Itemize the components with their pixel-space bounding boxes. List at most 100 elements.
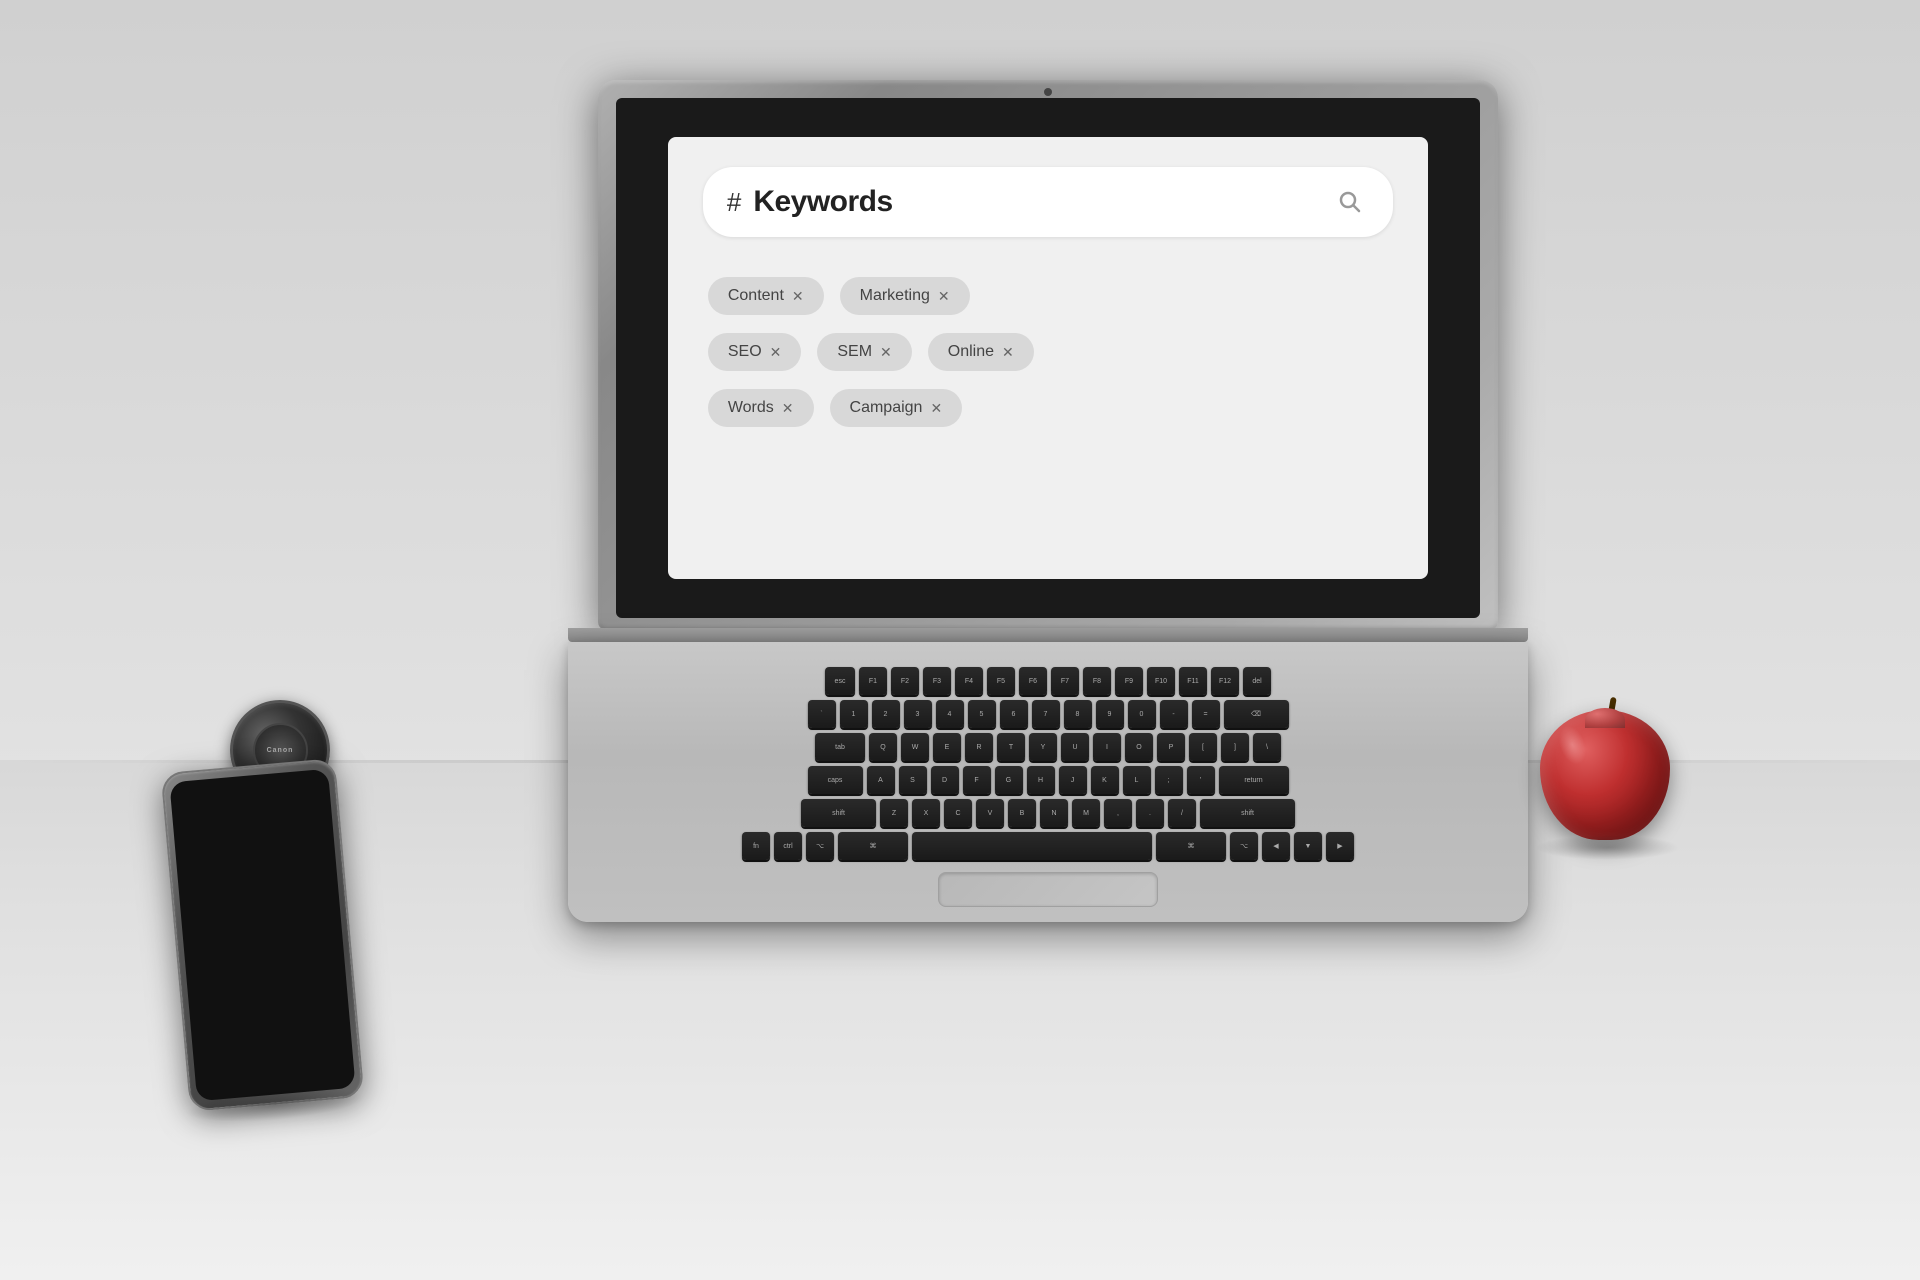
tag-online-close[interactable]: ✕: [1002, 344, 1014, 361]
trackpad[interactable]: [938, 872, 1158, 907]
key-5[interactable]: 5: [968, 700, 996, 728]
tag-sem[interactable]: SEM ✕: [817, 333, 911, 371]
key-g[interactable]: G: [995, 766, 1023, 794]
key-n[interactable]: N: [1040, 799, 1068, 827]
key-f[interactable]: F: [963, 766, 991, 794]
key-3[interactable]: 3: [904, 700, 932, 728]
key-t[interactable]: T: [997, 733, 1025, 761]
tag-sem-close[interactable]: ✕: [880, 344, 892, 361]
key-lbracket[interactable]: [: [1189, 733, 1217, 761]
key-f5[interactable]: F5: [987, 667, 1015, 695]
key-comma[interactable]: ,: [1104, 799, 1132, 827]
key-2[interactable]: 2: [872, 700, 900, 728]
tag-campaign[interactable]: Campaign ✕: [830, 389, 963, 427]
key-f1[interactable]: F1: [859, 667, 887, 695]
key-y[interactable]: Y: [1029, 733, 1057, 761]
key-7[interactable]: 7: [1032, 700, 1060, 728]
phone-screen: [169, 769, 355, 1102]
key-f11[interactable]: F11: [1179, 667, 1207, 695]
key-alt[interactable]: ⌥: [806, 832, 834, 860]
key-q[interactable]: Q: [869, 733, 897, 761]
key-z[interactable]: Z: [880, 799, 908, 827]
search-icon[interactable]: [1331, 183, 1369, 221]
key-f4[interactable]: F4: [955, 667, 983, 695]
key-rshift[interactable]: shift: [1200, 799, 1295, 827]
tag-seo[interactable]: SEO ✕: [708, 333, 802, 371]
key-b[interactable]: B: [1008, 799, 1036, 827]
apple: [1540, 695, 1680, 840]
tag-words-close[interactable]: ✕: [782, 400, 794, 417]
key-down[interactable]: ▼: [1294, 832, 1322, 860]
key-right[interactable]: ▶: [1326, 832, 1354, 860]
key-0[interactable]: 0: [1128, 700, 1156, 728]
key-f7[interactable]: F7: [1051, 667, 1079, 695]
key-h[interactable]: H: [1027, 766, 1055, 794]
key-m[interactable]: M: [1072, 799, 1100, 827]
key-ctrl[interactable]: ctrl: [774, 832, 802, 860]
key-left[interactable]: ◀: [1262, 832, 1290, 860]
key-u[interactable]: U: [1061, 733, 1089, 761]
key-6[interactable]: 6: [1000, 700, 1028, 728]
key-w[interactable]: W: [901, 733, 929, 761]
key-backspace[interactable]: ⌫: [1224, 700, 1289, 728]
key-4[interactable]: 4: [936, 700, 964, 728]
keyboard-row-fn: esc F1 F2 F3 F4 F5 F6 F7 F8 F9 F10 F11 F…: [608, 667, 1488, 695]
key-d[interactable]: D: [931, 766, 959, 794]
key-j[interactable]: J: [1059, 766, 1087, 794]
key-tilde[interactable]: `: [808, 700, 836, 728]
tag-online[interactable]: Online ✕: [928, 333, 1034, 371]
key-equals[interactable]: =: [1192, 700, 1220, 728]
key-backslash[interactable]: \: [1253, 733, 1281, 761]
tag-seo-close[interactable]: ✕: [770, 344, 782, 361]
key-esc[interactable]: esc: [825, 667, 855, 695]
key-k[interactable]: K: [1091, 766, 1119, 794]
key-enter[interactable]: return: [1219, 766, 1289, 794]
tag-marketing-close[interactable]: ✕: [938, 288, 950, 305]
key-r[interactable]: R: [965, 733, 993, 761]
key-c[interactable]: C: [944, 799, 972, 827]
keyboard-row-qwerty: tab Q W E R T Y U I O P [ ] \: [608, 733, 1488, 761]
tag-marketing[interactable]: Marketing ✕: [840, 277, 970, 315]
key-o[interactable]: O: [1125, 733, 1153, 761]
key-f10[interactable]: F10: [1147, 667, 1175, 695]
key-1[interactable]: 1: [840, 700, 868, 728]
key-space[interactable]: [912, 832, 1152, 860]
key-alt-right[interactable]: ⌥: [1230, 832, 1258, 860]
key-cmd-right[interactable]: ⌘: [1156, 832, 1226, 860]
tag-words[interactable]: Words ✕: [708, 389, 814, 427]
key-f8[interactable]: F8: [1083, 667, 1111, 695]
key-8[interactable]: 8: [1064, 700, 1092, 728]
key-caps[interactable]: caps: [808, 766, 863, 794]
tag-content-label: Content: [728, 287, 784, 305]
key-f9[interactable]: F9: [1115, 667, 1143, 695]
key-i[interactable]: I: [1093, 733, 1121, 761]
key-rbracket[interactable]: ]: [1221, 733, 1249, 761]
key-x[interactable]: X: [912, 799, 940, 827]
key-9[interactable]: 9: [1096, 700, 1124, 728]
tag-content[interactable]: Content ✕: [708, 277, 824, 315]
key-f12[interactable]: F12: [1211, 667, 1239, 695]
key-cmd-left[interactable]: ⌘: [838, 832, 908, 860]
key-lshift[interactable]: shift: [801, 799, 876, 827]
key-del[interactable]: del: [1243, 667, 1271, 695]
key-f2[interactable]: F2: [891, 667, 919, 695]
key-period[interactable]: .: [1136, 799, 1164, 827]
key-quote[interactable]: ': [1187, 766, 1215, 794]
search-bar[interactable]: # Keywords: [703, 167, 1393, 237]
key-p[interactable]: P: [1157, 733, 1185, 761]
key-tab[interactable]: tab: [815, 733, 865, 761]
tag-content-close[interactable]: ✕: [792, 288, 804, 305]
key-fn[interactable]: fn: [742, 832, 770, 860]
key-l[interactable]: L: [1123, 766, 1151, 794]
key-v[interactable]: V: [976, 799, 1004, 827]
key-s[interactable]: S: [899, 766, 927, 794]
key-a[interactable]: A: [867, 766, 895, 794]
key-semicolon[interactable]: ;: [1155, 766, 1183, 794]
key-f6[interactable]: F6: [1019, 667, 1047, 695]
phone-body: [161, 758, 365, 1112]
key-e[interactable]: E: [933, 733, 961, 761]
tag-campaign-close[interactable]: ✕: [930, 400, 942, 417]
key-minus[interactable]: -: [1160, 700, 1188, 728]
key-slash[interactable]: /: [1168, 799, 1196, 827]
key-f3[interactable]: F3: [923, 667, 951, 695]
